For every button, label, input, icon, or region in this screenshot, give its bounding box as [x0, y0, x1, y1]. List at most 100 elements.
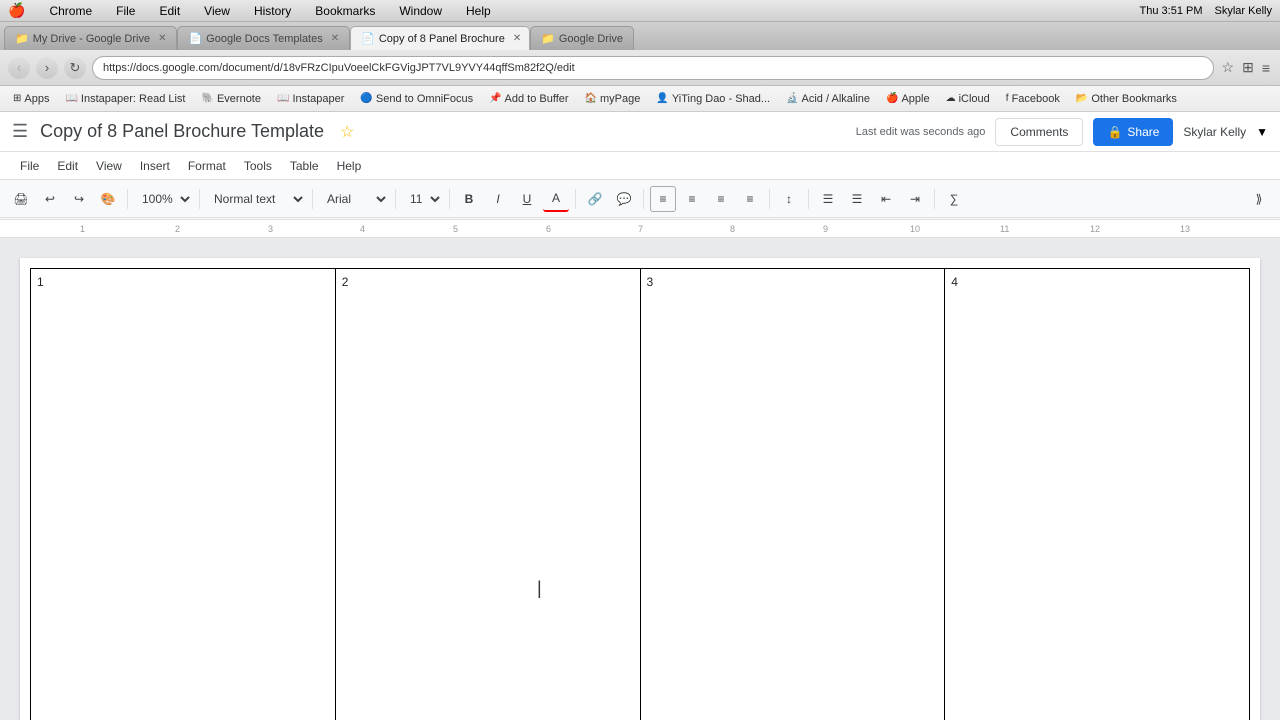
line-spacing-button[interactable]: ↕ [776, 186, 802, 212]
tab-2-close[interactable]: ✕ [331, 33, 339, 44]
menu-view[interactable]: View [88, 156, 130, 176]
table-cell-3[interactable]: 3 [640, 269, 945, 720]
bookmark-star-icon[interactable]: ☆ [1220, 57, 1237, 78]
help-menu[interactable]: Help [462, 4, 495, 18]
align-left-button[interactable]: ≡ [650, 186, 676, 212]
share-button[interactable]: 🔒 Share [1093, 118, 1173, 146]
align-right-button[interactable]: ≡ [708, 186, 734, 212]
print-button[interactable]: 🖨 [8, 186, 34, 212]
apps-favicon: ⊞ [13, 93, 21, 104]
menu-table[interactable]: Table [282, 156, 327, 176]
apple-favicon: 🍎 [886, 93, 898, 104]
ruler-mark-3: 3 [268, 224, 273, 234]
bookmark-yiting[interactable]: 👤 YiTing Dao - Shad... [651, 91, 775, 107]
decrease-indent-button[interactable]: ⇤ [873, 186, 899, 212]
formula-button[interactable]: ∑ [941, 186, 967, 212]
undo-button[interactable]: ↩ [37, 186, 63, 212]
other-label: Other Bookmarks [1091, 93, 1177, 105]
style-select[interactable]: Normal text [206, 186, 306, 212]
text-color-button[interactable]: A [543, 186, 569, 212]
collapse-toolbar-button[interactable]: ⟫ [1246, 186, 1272, 212]
font-size-select[interactable]: 11 [402, 186, 443, 212]
ruler-mark-2: 2 [175, 224, 180, 234]
bookmark-mypage[interactable]: 🏠 myPage [580, 91, 646, 107]
italic-button[interactable]: I [485, 186, 511, 212]
bookmark-buffer[interactable]: 📌 Add to Buffer [484, 91, 573, 107]
apple-menu[interactable]: 🍎 [8, 2, 25, 19]
menu-insert[interactable]: Insert [132, 156, 178, 176]
table-cell-2[interactable]: 2 | [335, 269, 640, 720]
edit-menu[interactable]: Edit [155, 4, 184, 18]
redo-button[interactable]: ↪ [66, 186, 92, 212]
back-button[interactable]: ‹ [8, 57, 30, 79]
menu-edit[interactable]: Edit [49, 156, 86, 176]
bookmark-evernote[interactable]: 🐘 Evernote [197, 91, 266, 107]
ruler-mark-8: 8 [730, 224, 735, 234]
zoom-select[interactable]: 100% [134, 186, 193, 212]
menu-help[interactable]: Help [329, 156, 370, 176]
user-menu[interactable]: Skylar Kelly [1183, 125, 1246, 139]
bookmark-apps[interactable]: ⊞ Apps [8, 91, 54, 107]
chrome-menu[interactable]: Chrome [45, 4, 96, 18]
ruler-mark-12: 12 [1090, 224, 1100, 234]
bookmark-other[interactable]: 📂 Other Bookmarks [1071, 91, 1182, 107]
separator-9 [808, 189, 809, 209]
separator-5 [449, 189, 450, 209]
table-cell-4[interactable]: 4 [945, 269, 1250, 720]
bold-button[interactable]: B [456, 186, 482, 212]
docs-header: ☰ Copy of 8 Panel Brochure Template ☆ La… [0, 112, 1280, 152]
link-button[interactable]: 🔗 [582, 186, 608, 212]
acid-label: Acid / Alkaline [802, 93, 870, 105]
comments-button[interactable]: Comments [995, 118, 1083, 146]
view-menu[interactable]: View [200, 4, 234, 18]
reload-button[interactable]: ↻ [64, 57, 86, 79]
doc-area[interactable]: 1 2 | 3 4 [0, 238, 1280, 720]
list-numbered-button[interactable]: ☰ [844, 186, 870, 212]
window-menu[interactable]: Window [395, 4, 446, 18]
list-bulleted-button[interactable]: ☰ [815, 186, 841, 212]
address-bar[interactable]: https://docs.google.com/document/d/18vFR… [92, 56, 1214, 80]
paint-format-button[interactable]: 🎨 [95, 186, 121, 212]
user-dropdown-icon[interactable]: ▼ [1256, 125, 1268, 139]
increase-indent-button[interactable]: ⇥ [902, 186, 928, 212]
tab-2[interactable]: 📄 Google Docs Templates ✕ [177, 26, 350, 50]
tab-3-close[interactable]: ✕ [513, 33, 521, 44]
docs-hamburger-icon[interactable]: ☰ [12, 121, 28, 142]
docs-star-icon[interactable]: ☆ [340, 122, 354, 142]
tab-1[interactable]: 📁 My Drive - Google Drive ✕ [4, 26, 177, 50]
menu-format[interactable]: Format [180, 156, 234, 176]
align-justify-button[interactable]: ≡ [737, 186, 763, 212]
bookmark-instapaper-read[interactable]: 📖 Instapaper: Read List [60, 91, 190, 107]
extensions-icon[interactable]: ⊞ [1240, 57, 1256, 78]
bookmarks-bar: ⊞ Apps 📖 Instapaper: Read List 🐘 Evernot… [0, 86, 1280, 112]
menu-file[interactable]: File [12, 156, 47, 176]
menu-tools[interactable]: Tools [236, 156, 280, 176]
tab-3[interactable]: 📄 Copy of 8 Panel Brochure ✕ [350, 26, 530, 50]
tab-4[interactable]: 📁 Google Drive [530, 26, 634, 50]
separator-8 [769, 189, 770, 209]
forward-button[interactable]: › [36, 57, 58, 79]
history-menu[interactable]: History [250, 4, 295, 18]
align-center-button[interactable]: ≡ [679, 186, 705, 212]
bookmark-omnifocus[interactable]: 🔵 Send to OmniFocus [355, 91, 478, 107]
file-menu[interactable]: File [112, 4, 139, 18]
font-select[interactable]: Arial [319, 186, 389, 212]
cell-4-number: 4 [951, 275, 958, 289]
text-cursor: | [537, 578, 542, 599]
bookmarks-menu[interactable]: Bookmarks [311, 4, 379, 18]
tab-1-close[interactable]: ✕ [158, 33, 166, 44]
facebook-favicon: f [1006, 93, 1009, 104]
bookmark-facebook[interactable]: f Facebook [1001, 91, 1065, 107]
bookmark-acid[interactable]: 🔬 Acid / Alkaline [781, 91, 875, 107]
separator-4 [395, 189, 396, 209]
mac-menu-right: Thu 3:51 PM Skylar Kelly [1140, 5, 1272, 17]
comment-button[interactable]: 💬 [611, 186, 637, 212]
ruler-mark-13: 13 [1180, 224, 1190, 234]
chrome-menu-icon[interactable]: ≡ [1260, 58, 1272, 78]
bookmark-instapaper[interactable]: 📖 Instapaper [272, 91, 349, 107]
underline-button[interactable]: U [514, 186, 540, 212]
bookmark-icloud[interactable]: ☁ iCloud [941, 91, 995, 107]
tab-2-favicon: 📄 [188, 32, 202, 45]
bookmark-apple[interactable]: 🍎 Apple [881, 91, 935, 107]
table-cell-1[interactable]: 1 [31, 269, 336, 720]
